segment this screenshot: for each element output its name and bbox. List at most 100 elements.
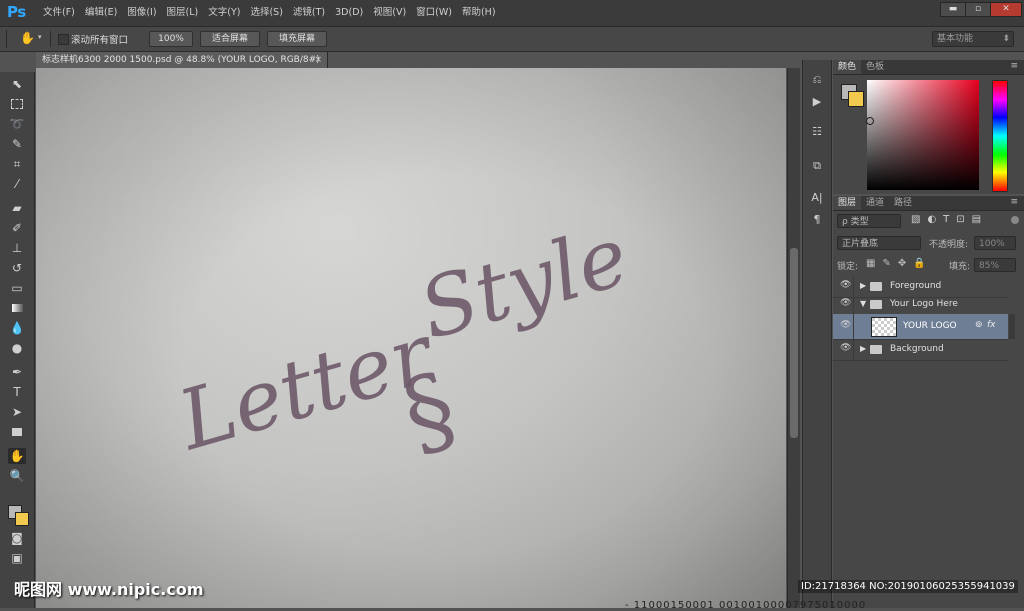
pen-tool-icon[interactable]: ✒	[8, 364, 26, 380]
color-panel: 颜色 色板 ≡	[833, 60, 1024, 194]
chevron-down-icon[interactable]: ▾	[38, 33, 42, 41]
eraser-tool-icon[interactable]: ▭	[8, 280, 26, 296]
effects-link-icon[interactable]: ⊚	[975, 320, 983, 330]
menu-select[interactable]: 选择(S)	[245, 0, 287, 26]
close-window-button[interactable]: ✕	[990, 2, 1022, 17]
quick-selection-tool-icon[interactable]: ✎	[8, 136, 26, 152]
layer-row-background[interactable]: 👁 ▶ Background	[833, 339, 1008, 361]
gradient-tool-icon[interactable]	[8, 300, 26, 316]
zoom-tool-icon[interactable]: 🔍	[8, 468, 26, 484]
clone-source-panel-icon[interactable]: ⧉	[809, 158, 825, 174]
visibility-eye-icon[interactable]: 👁	[840, 280, 852, 292]
opacity-input[interactable]: 100%	[974, 236, 1016, 250]
blur-tool-icon[interactable]: 💧	[8, 320, 26, 336]
menu-window[interactable]: 窗口(W)	[411, 0, 457, 26]
expand-caret-icon[interactable]: ▶	[860, 281, 866, 290]
tab-paths[interactable]: 路径	[889, 196, 917, 210]
clone-stamp-tool-icon[interactable]: ⊥	[8, 240, 26, 256]
hue-slider[interactable]	[992, 80, 1008, 192]
menu-edit[interactable]: 编辑(E)	[80, 0, 122, 26]
collapse-caret-icon[interactable]: ▼	[860, 299, 866, 308]
layer-filter-value: ρ 类型	[842, 217, 869, 227]
dodge-tool-icon[interactable]: ●	[8, 340, 26, 356]
background-color-swatch[interactable]	[15, 512, 29, 526]
menu-3d[interactable]: 3D(D)	[330, 0, 368, 26]
lock-icons[interactable]: ▦✎✥🔒	[866, 258, 933, 269]
background-color-swatch[interactable]	[848, 91, 864, 107]
scroll-all-label: 滚动所有窗口	[71, 35, 129, 46]
expand-caret-icon[interactable]: ▶	[860, 344, 866, 353]
divider	[50, 31, 51, 47]
actions-panel-icon[interactable]: ▶	[809, 94, 825, 110]
quick-mask-icon[interactable]: ◙	[8, 530, 26, 546]
menu-type[interactable]: 文字(Y)	[203, 0, 245, 26]
visibility-eye-icon[interactable]: 👁	[840, 320, 852, 332]
crop-tool-icon[interactable]: ⌗	[8, 156, 26, 172]
divider	[853, 314, 854, 339]
screen-mode-icon[interactable]: ▣	[8, 550, 26, 566]
color-picker-field[interactable]	[867, 80, 979, 190]
layers-scrollbar[interactable]	[1009, 314, 1015, 339]
visibility-eye-icon[interactable]: 👁	[840, 298, 852, 310]
document-tab-title: 标志样机6300 2000 1500.psd @ 48.8% (YOUR LOG…	[42, 55, 320, 65]
layer-row-your-logo-here[interactable]: 👁 ▼ Your Logo Here	[833, 294, 1008, 316]
tab-channels[interactable]: 通道	[861, 196, 889, 210]
close-icon[interactable]: ×	[314, 52, 322, 68]
history-brush-tool-icon[interactable]: ↺	[8, 260, 26, 276]
hand-tool-icon[interactable]: ✋	[8, 448, 26, 464]
menu-help[interactable]: 帮助(H)	[457, 0, 501, 26]
fill-label: 填充:	[949, 262, 971, 272]
layer-row-your-logo[interactable]: 👁 YOUR LOGO ⊚ fx	[833, 314, 1008, 340]
opacity-label: 不透明度:	[929, 240, 969, 250]
workspace-select[interactable]: 基本功能 ⬍	[932, 31, 1014, 47]
document-tab[interactable]: 标志样机6300 2000 1500.psd @ 48.8% (YOUR LOG…	[36, 52, 328, 68]
path-selection-tool-icon[interactable]: ➤	[8, 404, 26, 420]
fill-input[interactable]: 85%	[974, 258, 1016, 272]
menu-view[interactable]: 视图(V)	[368, 0, 411, 26]
menu-image[interactable]: 图像(I)	[122, 0, 161, 26]
visibility-eye-icon[interactable]: 👁	[840, 343, 852, 355]
layer-filter-select[interactable]: ρ 类型	[837, 214, 901, 228]
restore-button[interactable]: ▫	[965, 2, 991, 17]
bottom-watermark-text: - 11000150001 00100100007975010000	[625, 600, 867, 611]
panel-menu-icon[interactable]: ≡	[1010, 197, 1018, 207]
healing-brush-tool-icon[interactable]: ▰	[8, 200, 26, 216]
layer-name: Background	[890, 344, 944, 354]
type-tool-icon[interactable]: T	[8, 384, 26, 400]
panel-menu-icon[interactable]: ≡	[1010, 61, 1018, 71]
layer-filter-icons[interactable]: ▧◐T⊡▤	[911, 214, 988, 225]
fill-screen-button[interactable]: 填充屏幕	[267, 31, 327, 47]
tab-swatches[interactable]: 色板	[861, 60, 889, 74]
rectangle-tool-icon[interactable]	[8, 424, 26, 440]
minimize-button[interactable]: ▬	[940, 2, 966, 17]
chevron-down-icon: ⬍	[1002, 34, 1010, 44]
blend-mode-select[interactable]: 正片叠底	[837, 236, 921, 250]
lasso-tool-icon[interactable]: ➰	[8, 116, 26, 132]
tab-layers[interactable]: 图层	[833, 196, 862, 210]
color-picker-cursor[interactable]	[866, 117, 874, 125]
menu-file[interactable]: 文件(F)	[38, 0, 80, 26]
layers-panel-tabs: 图层 通道 路径 ≡	[833, 196, 1024, 211]
document-canvas[interactable]: Letter Style §	[36, 68, 786, 608]
move-tool-icon[interactable]: ⬉	[8, 76, 26, 92]
scrollbar-thumb[interactable]	[790, 248, 798, 438]
hand-tool-preset-icon[interactable]: ✋	[20, 31, 35, 45]
canvas-vertical-scrollbar[interactable]	[787, 68, 800, 608]
brush-tool-icon[interactable]: ✐	[8, 220, 26, 236]
zoom-100-button[interactable]: 100%	[149, 31, 193, 47]
menu-layer[interactable]: 图层(L)	[162, 0, 204, 26]
filter-toggle-icon[interactable]	[1011, 216, 1019, 224]
marquee-tool-icon[interactable]	[8, 96, 26, 112]
history-panel-icon[interactable]: ⎌	[809, 72, 825, 88]
eyedropper-tool-icon[interactable]: ⁄	[8, 176, 26, 192]
collapsed-panels-strip: ⎌ ▶ ☷ ⧉ A| ¶	[802, 60, 832, 608]
fit-screen-button[interactable]: 适合屏幕	[200, 31, 260, 47]
fx-badge[interactable]: fx	[987, 320, 996, 330]
paragraph-panel-icon[interactable]: ¶	[809, 212, 825, 228]
properties-panel-icon[interactable]: ☷	[809, 124, 825, 140]
character-panel-icon[interactable]: A|	[809, 190, 825, 206]
scroll-all-checkbox[interactable]	[58, 34, 69, 45]
menu-filter[interactable]: 滤镜(T)	[288, 0, 330, 26]
tab-color[interactable]: 颜色	[833, 60, 862, 74]
fill-value: 85%	[979, 261, 1000, 271]
